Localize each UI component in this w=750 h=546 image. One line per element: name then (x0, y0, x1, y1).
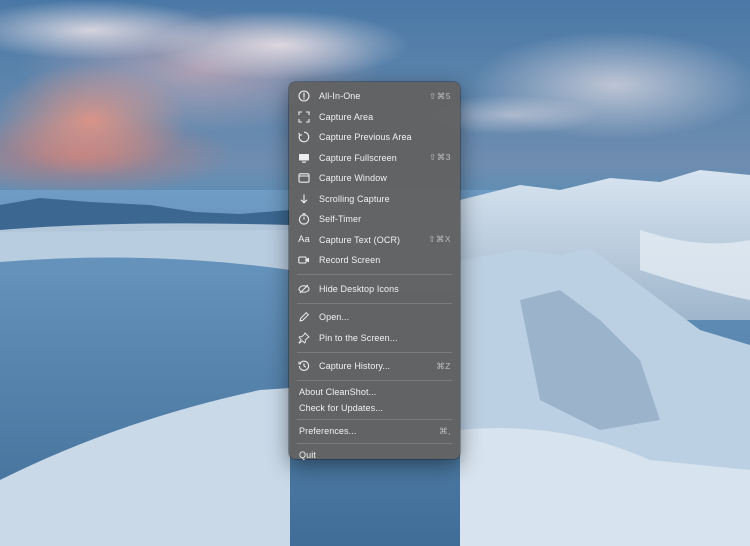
menu-item-capture-text-ocr[interactable]: Aa Capture Text (OCR) ⇧⌘X (289, 230, 460, 251)
menu-item-label: Quit (299, 449, 316, 460)
menu-item-preferences[interactable]: Preferences... ⌘, (289, 424, 460, 440)
menu-separator (297, 419, 452, 420)
fullscreen-monitor-icon (289, 152, 319, 164)
menu-item-label: Preferences... (299, 426, 357, 437)
menu-item-capture-window[interactable]: Capture Window (289, 168, 460, 189)
menu-item-label: Hide Desktop Icons (319, 283, 399, 294)
menu-item-record-screen[interactable]: Record Screen (289, 250, 460, 271)
shortcut-label: ⇧⌘5 (429, 90, 451, 101)
menu-item-label: Self-Timer (319, 214, 362, 225)
menu-item-capture-history[interactable]: Capture History... ⌘Z (289, 356, 460, 377)
menu-item-check-for-updates[interactable]: Check for Updates... (289, 400, 460, 416)
history-clock-icon (289, 360, 319, 372)
menu-item-label: Open... (319, 312, 350, 323)
menu-item-capture-fullscreen[interactable]: Capture Fullscreen ⇧⌘3 (289, 148, 460, 169)
eye-slash-icon (289, 283, 319, 295)
shortcut-label: ⇧⌘3 (429, 152, 451, 163)
video-camera-icon (289, 254, 319, 266)
menu-item-label: Scrolling Capture (319, 193, 390, 204)
pencil-icon (289, 311, 319, 323)
pin-icon (289, 331, 319, 344)
menu-item-hide-desktop-icons[interactable]: Hide Desktop Icons (289, 279, 460, 300)
shortcut-label: ⌘Z (436, 360, 451, 371)
menu-item-label: Check for Updates... (299, 402, 384, 413)
menu-item-label: About CleanShot... (299, 387, 377, 398)
menu-separator (297, 380, 452, 381)
shortcut-label: ⌘, (439, 425, 451, 436)
menu-item-about[interactable]: About CleanShot... (289, 385, 460, 401)
text-aa-icon: Aa (298, 234, 310, 246)
menu-separator (297, 351, 452, 353)
shortcut-label: ⇧⌘X (428, 234, 451, 245)
menu-item-label: Record Screen (319, 255, 381, 266)
all-in-one-icon (289, 90, 319, 102)
menu-item-label: Pin to the Screen... (319, 332, 398, 343)
menu-item-label: Capture Previous Area (319, 132, 412, 143)
capture-area-icon (289, 111, 319, 123)
window-icon (289, 172, 319, 184)
menu-separator (297, 302, 452, 304)
menu-item-open[interactable]: Open... (289, 307, 460, 328)
timer-icon (289, 213, 319, 225)
menu-item-all-in-one[interactable]: All-In-One ⇧⌘5 (289, 86, 460, 107)
menu-item-quit[interactable]: Quit (289, 447, 460, 463)
menu-item-label: Capture Area (319, 111, 374, 122)
menu-item-capture-previous-area[interactable]: Capture Previous Area (289, 127, 460, 148)
menu-separator (297, 442, 452, 444)
menu-item-label: Capture Window (319, 173, 387, 184)
menu-item-self-timer[interactable]: Self-Timer (289, 209, 460, 230)
previous-area-icon (289, 131, 319, 143)
menu-item-scrolling-capture[interactable]: Scrolling Capture (289, 189, 460, 210)
cleanshot-menu: All-In-One ⇧⌘5 Capture Area Capture Prev… (289, 82, 460, 460)
menu-item-pin-to-screen[interactable]: Pin to the Screen... (289, 328, 460, 349)
arrow-down-icon (289, 193, 319, 205)
menu-separator (297, 274, 452, 275)
menu-item-capture-area[interactable]: Capture Area (289, 107, 460, 128)
